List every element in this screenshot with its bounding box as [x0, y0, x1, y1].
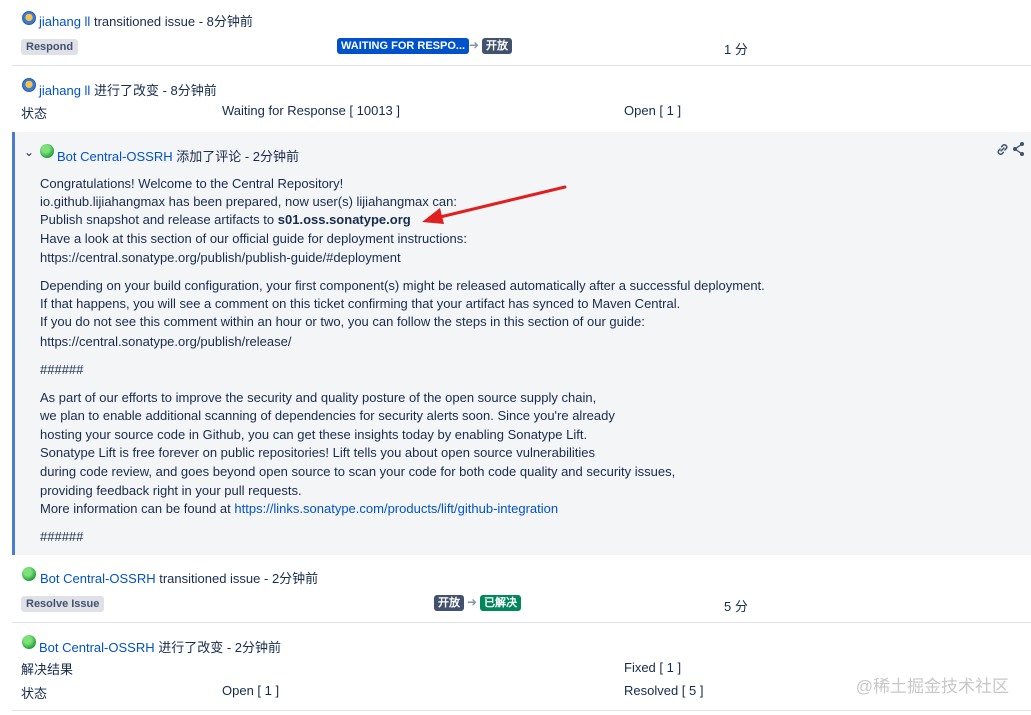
new-value: Resolved [ 5 ] — [624, 683, 704, 698]
respond-button[interactable]: Respond — [21, 39, 79, 55]
resolve-issue-button[interactable]: Resolve Issue — [21, 596, 105, 612]
comment-line: Sonatype Lift is free forever on public … — [40, 445, 595, 460]
user-link[interactable]: Bot Central-OSSRH — [40, 571, 156, 586]
field-name: 状态 — [21, 106, 48, 121]
repo-host-text: s01.oss.sonatype.org — [277, 212, 411, 227]
old-value: Open [ 1 ] — [222, 683, 280, 698]
comment-line: If you do not see this comment within an… — [40, 314, 645, 329]
old-value: Waiting for Response [ 10013 ] — [222, 103, 401, 118]
user-link[interactable]: jiahang ll — [39, 14, 90, 29]
comment-line: io.github.lijiahangmax has been prepared… — [40, 194, 457, 209]
watermark: @稀土掘金技术社区 — [855, 677, 1009, 696]
comment-line: during code review, and goes beyond open… — [40, 464, 676, 479]
action-text: 添加了评论 - 2分钟前 — [176, 149, 300, 164]
status-to: 开放 — [482, 38, 512, 54]
collapse-chevron-icon[interactable]: ⌄ — [24, 145, 34, 159]
share-icon[interactable] — [1012, 141, 1026, 160]
action-text: transitioned issue - 8分钟前 — [93, 14, 253, 29]
status-to: 已解决 — [480, 595, 521, 611]
divider — [12, 710, 1031, 711]
comment-line: hosting your source code in Github, you … — [40, 427, 588, 442]
user-link[interactable]: Bot Central-OSSRH — [39, 640, 155, 655]
bot-avatar[interactable] — [22, 567, 36, 581]
field-name: 状态 — [21, 686, 48, 701]
action-text: 进行了改变 - 8分钟前 — [93, 83, 217, 98]
red-annotation-arrow-icon — [422, 185, 567, 224]
comment-line: Publish snapshot and release artifacts t… — [40, 212, 278, 227]
new-value: Open [ 1 ] — [624, 103, 682, 118]
divider — [12, 622, 1031, 623]
duration: 1 分 — [724, 42, 748, 57]
comment-line: ###### — [40, 529, 84, 544]
bot-avatar[interactable] — [22, 635, 36, 649]
user-link[interactable]: jiahang ll — [39, 83, 90, 98]
status-from: 开放 — [434, 595, 464, 611]
comment-line: As part of our efforts to improve the se… — [40, 390, 597, 405]
user-link[interactable]: Bot Central-OSSRH — [57, 149, 173, 164]
comment-line: Have a look at this section of our offic… — [40, 231, 467, 246]
comment-line: Congratulations! Welcome to the Central … — [40, 176, 344, 191]
new-value: Fixed [ 1 ] — [624, 660, 682, 675]
duration: 5 分 — [724, 599, 748, 614]
action-text: 进行了改变 - 2分钟前 — [158, 640, 282, 655]
field-name: 解决结果 — [21, 662, 74, 677]
comment-line: More information can be found at — [40, 501, 235, 516]
release-guide-link[interactable]: https://central.sonatype.org/publish/rel… — [40, 333, 291, 352]
comment-line: ###### — [40, 362, 84, 377]
comment-line: Depending on your build configuration, y… — [40, 278, 765, 293]
comment-line: we plan to enable additional scanning of… — [40, 408, 615, 423]
bot-avatar[interactable] — [40, 144, 54, 158]
comment-line: providing feedback right in your pull re… — [40, 483, 302, 498]
user-avatar[interactable] — [22, 11, 36, 25]
comment-line: If that happens, you will see a comment … — [40, 296, 681, 311]
lift-integration-link[interactable]: https://links.sonatype.com/products/lift… — [234, 501, 558, 516]
deployment-guide-link[interactable]: https://central.sonatype.org/publish/pub… — [40, 249, 401, 268]
action-text: transitioned issue - 2分钟前 — [159, 571, 319, 586]
user-avatar[interactable] — [22, 78, 36, 92]
permalink-icon[interactable] — [995, 142, 1010, 160]
divider — [12, 65, 1031, 66]
status-from: WAITING FOR RESPO... — [337, 38, 470, 54]
transition-arrow-icon: ➜ — [467, 595, 478, 609]
transition-arrow-icon: ➜ — [469, 38, 480, 52]
